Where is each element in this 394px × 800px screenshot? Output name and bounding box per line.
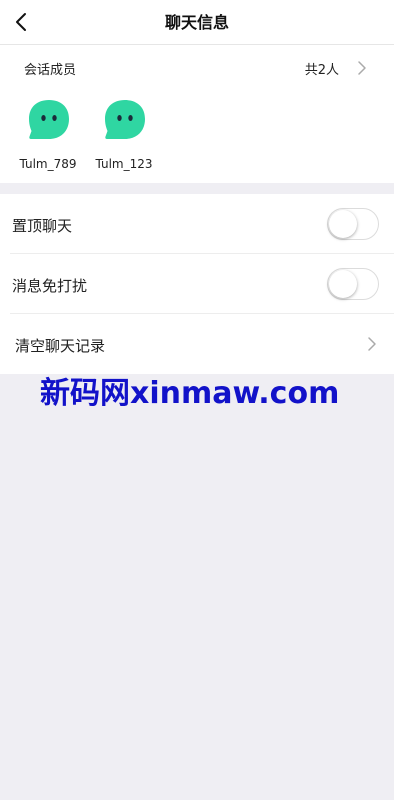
members-count: 共2人 <box>304 63 339 78</box>
member-name: Tulm_789 <box>19 157 77 171</box>
chat-bubble-avatar-icon <box>105 100 145 139</box>
toggle-knob <box>329 270 357 298</box>
mute-notifications-toggle[interactable] <box>327 268 379 300</box>
chevron-right-icon <box>368 337 376 351</box>
pin-chat-label: 置顶聊天 <box>12 217 73 235</box>
members-label: 会话成员 <box>24 63 77 78</box>
mute-notifications-label: 消息免打扰 <box>12 277 88 295</box>
nav-header: 聊天信息 <box>0 0 394 45</box>
toggle-knob <box>329 210 357 238</box>
chat-info-page: 聊天信息 会话成员 共2人 Tulm_789 Tulm_123 置顶聊天 消息免… <box>0 0 394 800</box>
watermark-text: 新码网xinmaw.com <box>40 376 340 411</box>
clear-history-label: 清空聊天记录 <box>15 337 106 355</box>
member-item[interactable]: Tulm_123 <box>89 97 159 173</box>
members-section: 会话成员 共2人 Tulm_789 Tulm_123 <box>0 45 394 183</box>
members-header-row[interactable]: 会话成员 共2人 <box>0 45 394 91</box>
chat-bubble-avatar-icon <box>29 100 69 139</box>
settings-section: 置顶聊天 消息免打扰 清空聊天记录 <box>0 194 394 374</box>
member-name: Tulm_123 <box>95 157 153 171</box>
mute-notifications-row: 消息免打扰 <box>10 254 394 314</box>
pin-chat-toggle[interactable] <box>327 208 379 240</box>
chevron-right-icon <box>358 61 366 75</box>
clear-history-row[interactable]: 清空聊天记录 <box>10 314 394 374</box>
pin-chat-row: 置顶聊天 <box>10 194 394 254</box>
member-item[interactable]: Tulm_789 <box>13 97 83 173</box>
page-title: 聊天信息 <box>164 13 229 32</box>
